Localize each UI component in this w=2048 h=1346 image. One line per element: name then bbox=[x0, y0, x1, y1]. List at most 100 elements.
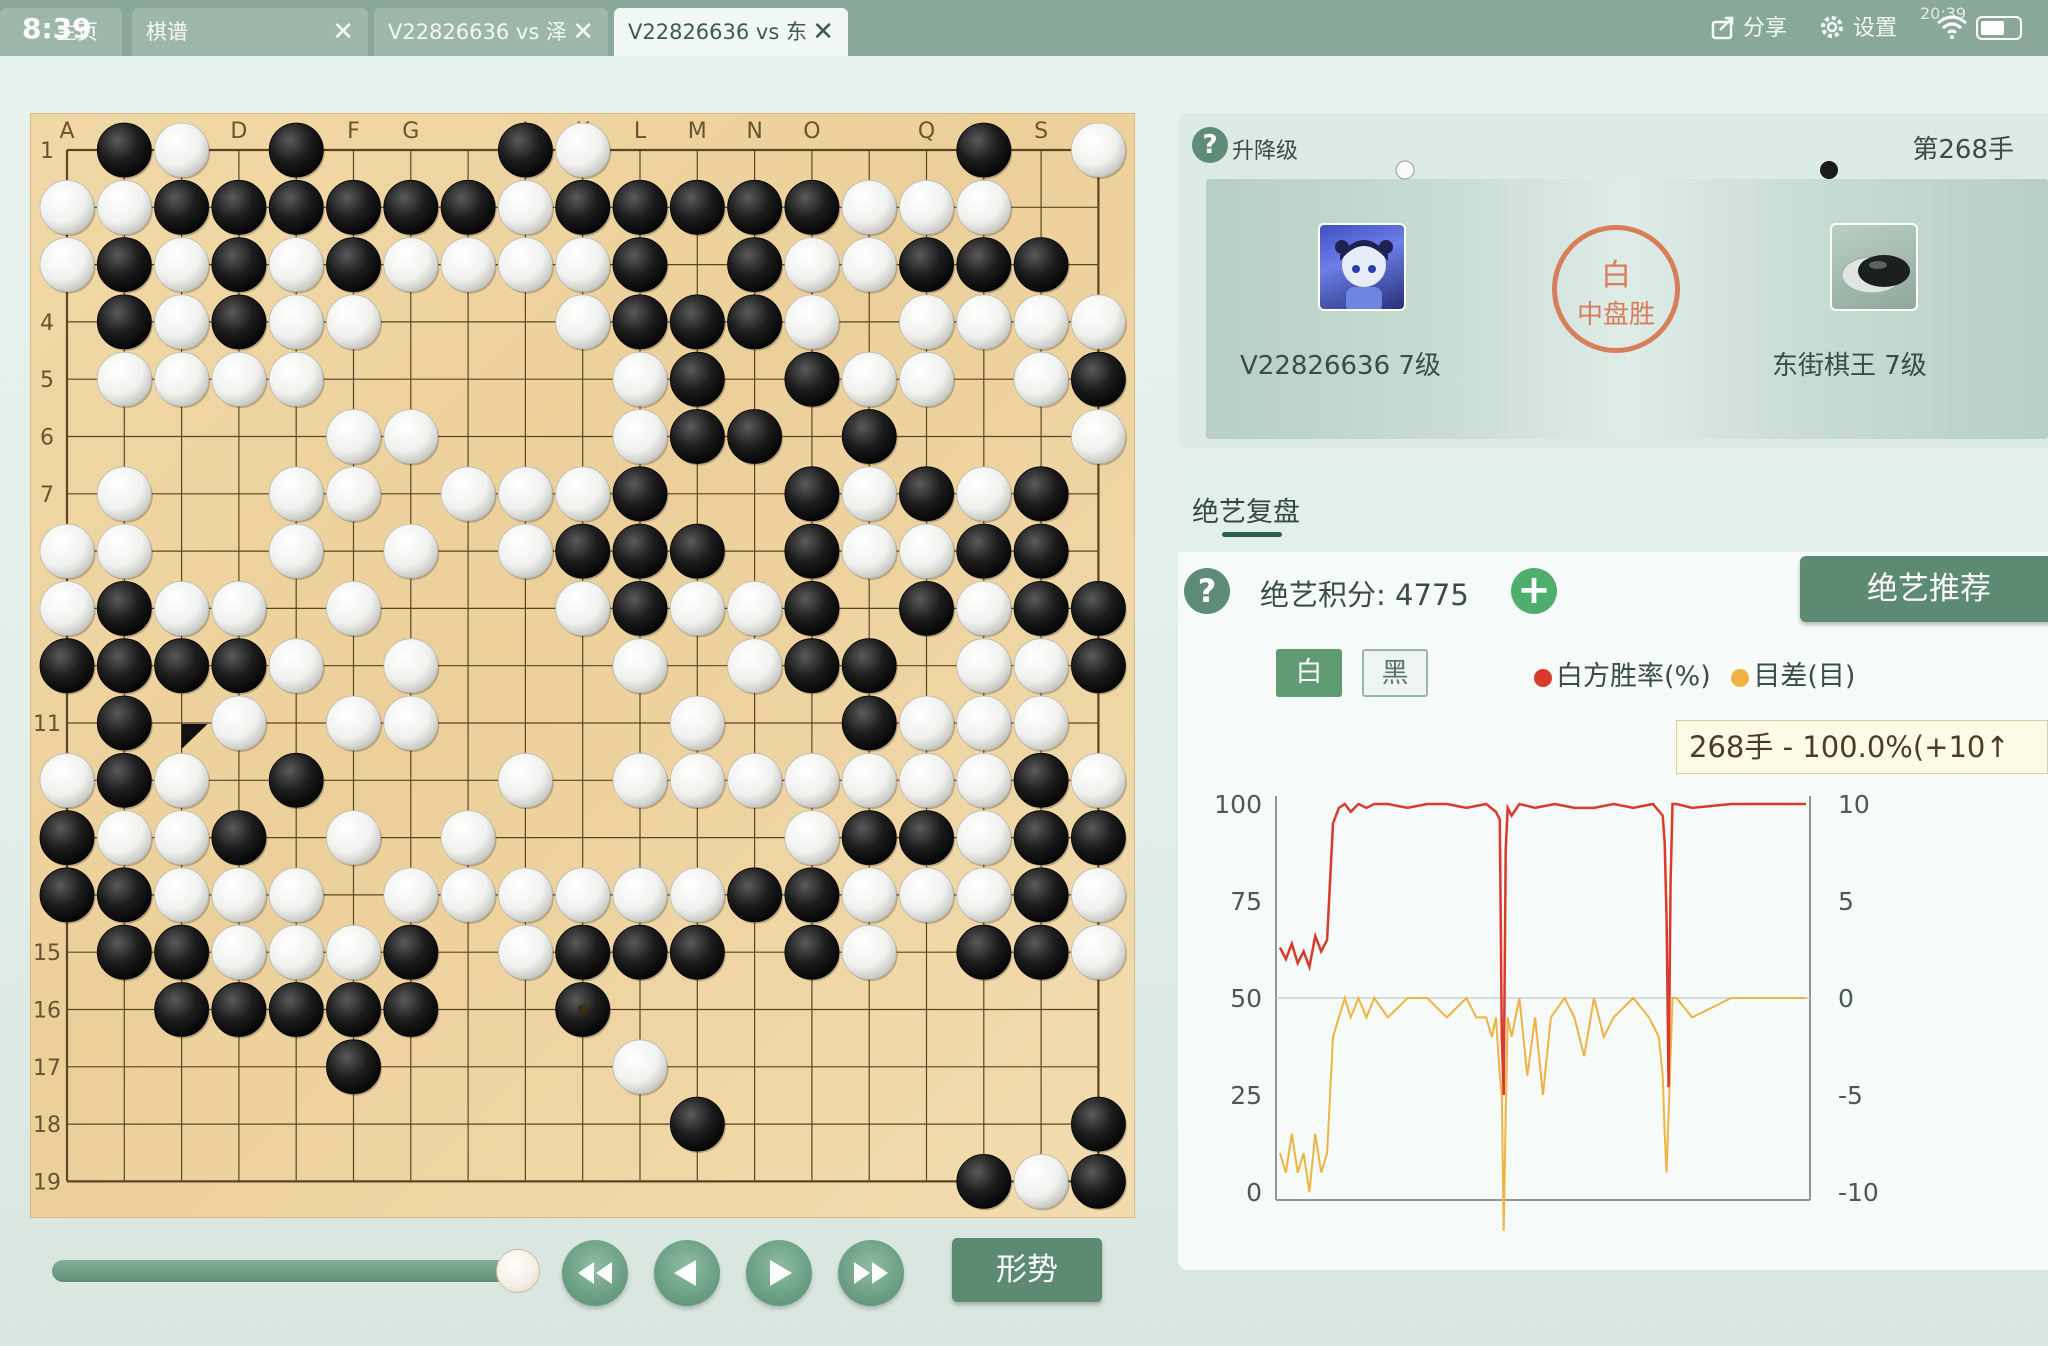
black-stone bbox=[1071, 1096, 1126, 1152]
analysis-panel: 绝艺复盘 ? 绝艺积分: 4775 + 绝艺推荐 白 黑 白方胜率(%) 目差(… bbox=[1178, 466, 2048, 1270]
step-forward-icon bbox=[770, 1260, 792, 1286]
white-stone-icon bbox=[1395, 160, 1415, 180]
ai-score-label: 绝艺积分: 4775 bbox=[1260, 578, 1469, 612]
close-icon[interactable]: ✕ bbox=[332, 8, 354, 56]
close-icon[interactable]: ✕ bbox=[572, 8, 594, 56]
black-stone bbox=[96, 924, 152, 980]
black-stone bbox=[727, 179, 782, 235]
white-stone bbox=[555, 294, 611, 350]
black-stone bbox=[1071, 810, 1126, 865]
white-stone bbox=[268, 523, 324, 579]
white-stone bbox=[1071, 122, 1126, 178]
white-stone bbox=[154, 810, 210, 865]
white-stone bbox=[383, 409, 439, 464]
black-stone bbox=[784, 924, 840, 980]
tab-game-records[interactable]: 棋谱 ✕ bbox=[132, 8, 368, 56]
black-stone bbox=[899, 466, 954, 522]
white-stone bbox=[268, 867, 324, 923]
white-stone bbox=[555, 580, 611, 636]
white-stone bbox=[326, 810, 381, 865]
white-stone bbox=[440, 867, 496, 923]
white-stone bbox=[497, 523, 553, 579]
black-stone bbox=[1071, 351, 1126, 407]
tab-bar: 主页 棋谱 ✕ V22826636 vs 泽 ✕ V22826636 vs 东 … bbox=[0, 0, 2048, 56]
black-stone bbox=[899, 580, 954, 636]
tab-game-2[interactable]: V22826636 vs 东 ✕ bbox=[614, 8, 848, 56]
legend-lead: 目差(目) bbox=[1753, 661, 1856, 692]
white-stone bbox=[383, 695, 439, 751]
white-stone bbox=[326, 466, 381, 522]
rewind-fast-button[interactable] bbox=[562, 1240, 628, 1306]
white-stone bbox=[154, 580, 210, 636]
tab-game-1[interactable]: V22826636 vs 泽 ✕ bbox=[374, 8, 608, 56]
y-tick-label-left: 50 bbox=[1230, 984, 1262, 1013]
y-tick-label-right: -10 bbox=[1838, 1178, 1879, 1207]
settings-button[interactable]: 设置 bbox=[1818, 10, 1897, 42]
help-icon[interactable]: ? bbox=[1184, 568, 1230, 614]
close-icon[interactable]: ✕ bbox=[812, 8, 834, 56]
black-stone bbox=[612, 294, 668, 350]
toggle-white[interactable]: 白 bbox=[1276, 649, 1342, 697]
step-forward-button[interactable] bbox=[746, 1240, 812, 1306]
go-board[interactable]: ADFGJKLMNOQS14567111516171819 bbox=[30, 113, 1135, 1218]
stones-avatar-icon bbox=[1841, 255, 1910, 294]
ai-recommend-button[interactable]: 绝艺推荐 bbox=[1800, 556, 2048, 622]
column-label: F bbox=[347, 119, 360, 144]
white-stone bbox=[841, 924, 897, 980]
add-score-button[interactable]: + bbox=[1511, 568, 1557, 614]
battery-icon bbox=[1976, 16, 2022, 40]
help-icon[interactable]: ? bbox=[1192, 127, 1228, 163]
white-stone bbox=[211, 695, 267, 751]
white-stone bbox=[841, 752, 897, 808]
white-stone bbox=[555, 122, 611, 178]
share-button[interactable]: 分享 bbox=[1710, 10, 1787, 42]
black-stone bbox=[326, 1039, 381, 1095]
black-stone bbox=[956, 237, 1012, 293]
black-stone bbox=[784, 179, 840, 235]
white-stone bbox=[956, 695, 1012, 751]
tab-label: V22826636 vs 泽 bbox=[388, 20, 567, 44]
black-stone bbox=[669, 1096, 725, 1152]
white-stone bbox=[154, 122, 210, 178]
white-stone bbox=[555, 237, 611, 293]
winrate-series-line bbox=[1278, 802, 1806, 1096]
situation-button[interactable]: 形势 bbox=[952, 1238, 1102, 1302]
black-stone bbox=[841, 409, 897, 464]
white-stone bbox=[612, 1039, 668, 1095]
white-stone bbox=[268, 466, 324, 522]
column-label: L bbox=[634, 119, 647, 144]
black-stone bbox=[841, 695, 897, 751]
black-stone bbox=[39, 810, 95, 865]
white-stone bbox=[784, 752, 840, 808]
black-stone bbox=[96, 638, 152, 694]
black-stone bbox=[96, 580, 152, 636]
toggle-black[interactable]: 黑 bbox=[1362, 649, 1428, 697]
white-stone bbox=[383, 523, 439, 579]
white-stone bbox=[669, 580, 725, 636]
slider-handle[interactable] bbox=[496, 1249, 540, 1293]
tab-label: V22826636 vs 东 bbox=[628, 20, 807, 44]
row-label: 6 bbox=[40, 426, 54, 451]
rewind-fast-icon bbox=[578, 1262, 612, 1284]
black-stone bbox=[440, 179, 496, 235]
move-slider[interactable] bbox=[52, 1260, 518, 1282]
black-stone bbox=[669, 294, 725, 350]
black-stone bbox=[1013, 752, 1069, 808]
black-stone bbox=[612, 924, 668, 980]
white-stone bbox=[899, 752, 954, 808]
white-stone bbox=[497, 752, 553, 808]
black-stone bbox=[326, 237, 381, 293]
column-label: G bbox=[402, 119, 419, 144]
tab-ai-review[interactable]: 绝艺复盘 bbox=[1192, 490, 1300, 529]
step-back-button[interactable] bbox=[654, 1240, 720, 1306]
y-tick-label-right: -5 bbox=[1838, 1081, 1863, 1110]
row-label: 18 bbox=[33, 1113, 61, 1138]
white-stone bbox=[784, 237, 840, 293]
winrate-chart[interactable]: 10075502501050-5-10 bbox=[1178, 766, 2048, 1246]
fast-forward-button[interactable] bbox=[838, 1240, 904, 1306]
avatar[interactable] bbox=[1830, 223, 1918, 311]
avatar[interactable] bbox=[1318, 223, 1406, 311]
board-grid[interactable]: ADFGJKLMNOQS14567111516171819 bbox=[31, 114, 1136, 1219]
white-stone bbox=[211, 351, 267, 407]
black-stone bbox=[669, 409, 725, 464]
